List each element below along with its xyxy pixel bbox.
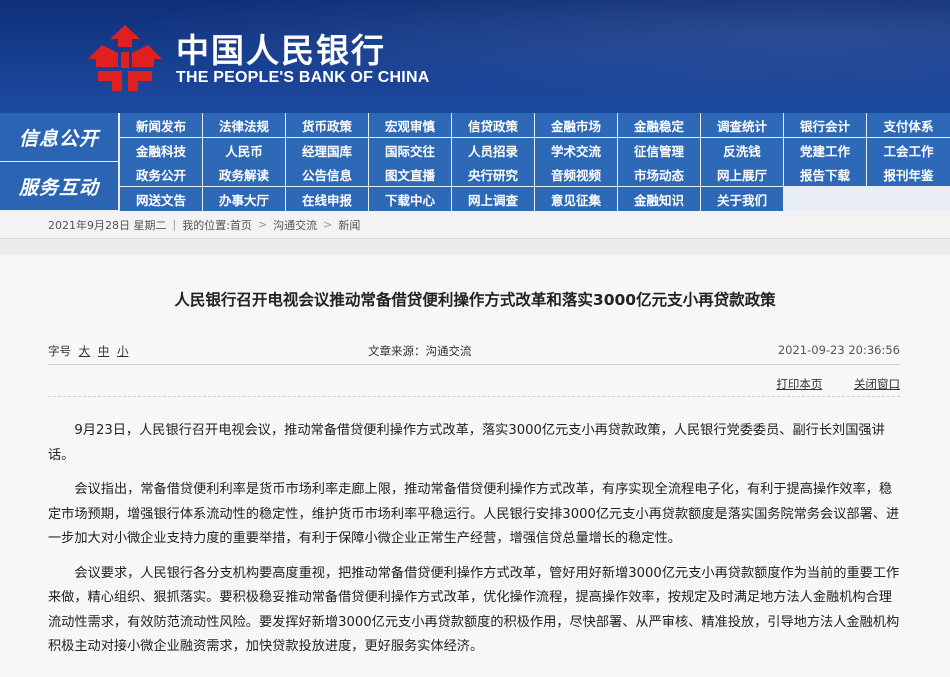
nav-item[interactable]: 党建工作 bbox=[784, 138, 866, 162]
nav-item[interactable]: 货币政策 bbox=[286, 113, 368, 137]
breadcrumb: 2021年9月28日 星期二 | 我的位置:首页 > 沟通交流 > 新闻 bbox=[0, 211, 950, 239]
divider bbox=[48, 364, 900, 365]
nav-item[interactable]: 宏观审慎 bbox=[369, 113, 451, 137]
nav-item[interactable]: 反洗钱 bbox=[701, 138, 783, 162]
nav-item[interactable]: 工会工作 bbox=[867, 138, 950, 162]
site-title-en: THE PEOPLE'S BANK OF CHINA bbox=[176, 69, 430, 86]
nav-item[interactable]: 音频视频 bbox=[535, 162, 617, 186]
nav-item[interactable]: 新闻发布 bbox=[120, 113, 202, 137]
article-paragraph: 会议要求，人民银行各分支机构要高度重视，把推动常备借贷便利操作方式改革，管好用好… bbox=[48, 565, 900, 655]
breadcrumb-separator: > bbox=[257, 218, 268, 231]
breadcrumb-level1[interactable]: 沟通交流 bbox=[273, 217, 317, 233]
breadcrumb-separator: | bbox=[172, 218, 177, 231]
nav-item[interactable]: 法律法规 bbox=[203, 113, 285, 137]
nav-item[interactable]: 办事大厅 bbox=[203, 187, 285, 211]
nav-item[interactable]: 央行研究 bbox=[452, 162, 534, 186]
nav-item[interactable]: 政务公开 bbox=[120, 162, 202, 186]
nav-item[interactable]: 人民币 bbox=[203, 138, 285, 162]
nav-item[interactable]: 调查统计 bbox=[701, 113, 783, 137]
divider bbox=[48, 396, 900, 397]
article-paragraph: 会议指出，常备借贷便利利率是货币市场利率走廊上限，推动常备借贷便利操作方式改革，… bbox=[48, 482, 900, 546]
breadcrumb-level2[interactable]: 新闻 bbox=[338, 217, 360, 233]
nav-item[interactable]: 信贷政策 bbox=[452, 113, 534, 137]
nav-row: 政务公开 政务解读 公告信息 图文直播 央行研究 音频视频 市场动态 网上展厅 … bbox=[0, 162, 950, 186]
breadcrumb-home[interactable]: 我的位置:首页 bbox=[182, 217, 252, 233]
nav-item[interactable]: 国际交往 bbox=[369, 138, 451, 162]
nav-row: 网送文告 办事大厅 在线申报 下载中心 网上调查 意见征集 金融知识 关于我们 bbox=[0, 187, 950, 211]
nav-item[interactable]: 图文直播 bbox=[369, 162, 451, 186]
article-source: 文章来源：沟通交流 bbox=[368, 344, 472, 358]
article-actions: 打印本页 关闭窗口 bbox=[748, 376, 900, 392]
article-title: 人民银行召开电视会议推动常备借贷便利操作方式改革和落实3000亿元支小再贷款政策 bbox=[174, 291, 776, 309]
nav-row: 金融科技 人民币 经理国库 国际交往 人员招录 学术交流 征信管理 反洗钱 党建… bbox=[0, 138, 950, 162]
nav-item[interactable]: 网上调查 bbox=[452, 187, 534, 211]
nav-item[interactable]: 支付体系 bbox=[867, 113, 950, 137]
nav-item[interactable]: 报告下载 bbox=[784, 162, 866, 186]
font-size-small-link[interactable]: 小 bbox=[117, 344, 129, 358]
pboc-logo-icon[interactable] bbox=[88, 25, 162, 91]
article-datetime: 2021-09-23 20:36:56 bbox=[777, 343, 900, 357]
nav-item[interactable]: 金融市场 bbox=[535, 113, 617, 137]
nav-item[interactable]: 关于我们 bbox=[701, 187, 783, 211]
nav-item[interactable]: 报刊年鉴 bbox=[867, 162, 950, 186]
print-page-link[interactable]: 打印本页 bbox=[776, 377, 822, 391]
nav-item[interactable]: 金融科技 bbox=[120, 138, 202, 162]
main-navigation: 信息公开 服务互动 新闻发布 法律法规 货币政策 宏观审慎 信贷政策 金融市场 … bbox=[0, 113, 950, 211]
nav-item[interactable]: 意见征集 bbox=[535, 187, 617, 211]
site-title-cn: 中国人民银行 bbox=[176, 31, 386, 70]
nav-item[interactable]: 市场动态 bbox=[618, 162, 700, 186]
nav-item[interactable]: 公告信息 bbox=[286, 162, 368, 186]
article-body: 9月23日，人民银行召开电视会议，推动常备借贷便利操作方式改革，落实3000亿元… bbox=[48, 419, 904, 670]
font-size-label: 字号 bbox=[48, 344, 71, 358]
site-header: 中国人民银行 THE PEOPLE'S BANK OF CHINA bbox=[0, 0, 950, 113]
nav-item[interactable]: 银行会计 bbox=[784, 113, 866, 137]
breadcrumb-separator: > bbox=[323, 218, 333, 231]
nav-item[interactable]: 下载中心 bbox=[369, 187, 451, 211]
nav-item[interactable]: 经理国库 bbox=[286, 138, 368, 162]
nav-item[interactable]: 学术交流 bbox=[535, 138, 617, 162]
font-size-medium-link[interactable]: 中 bbox=[98, 344, 110, 358]
article-container: 人民银行召开电视会议推动常备借贷便利操作方式改革和落实3000亿元支小再贷款政策… bbox=[0, 255, 950, 677]
font-size-selector: 字号 大 中 小 bbox=[48, 343, 128, 359]
current-date: 2021年9月28日 星期二 bbox=[48, 218, 167, 232]
nav-item[interactable]: 人员招录 bbox=[452, 138, 534, 162]
nav-item[interactable]: 网上展厅 bbox=[701, 162, 783, 186]
article-paragraph: 9月23日，人民银行召开电视会议，推动常备借贷便利操作方式改革，落实3000亿元… bbox=[48, 423, 885, 463]
nav-item[interactable]: 网送文告 bbox=[120, 187, 202, 211]
font-size-large-link[interactable]: 大 bbox=[79, 344, 91, 358]
nav-item[interactable]: 金融知识 bbox=[618, 187, 700, 211]
close-window-link[interactable]: 关闭窗口 bbox=[854, 377, 900, 391]
nav-item[interactable]: 征信管理 bbox=[618, 138, 700, 162]
nav-item[interactable]: 政务解读 bbox=[203, 162, 285, 186]
nav-row: 新闻发布 法律法规 货币政策 宏观审慎 信贷政策 金融市场 金融稳定 调查统计 … bbox=[0, 113, 950, 137]
nav-item[interactable]: 在线申报 bbox=[286, 187, 368, 211]
nav-item[interactable]: 金融稳定 bbox=[618, 113, 700, 137]
